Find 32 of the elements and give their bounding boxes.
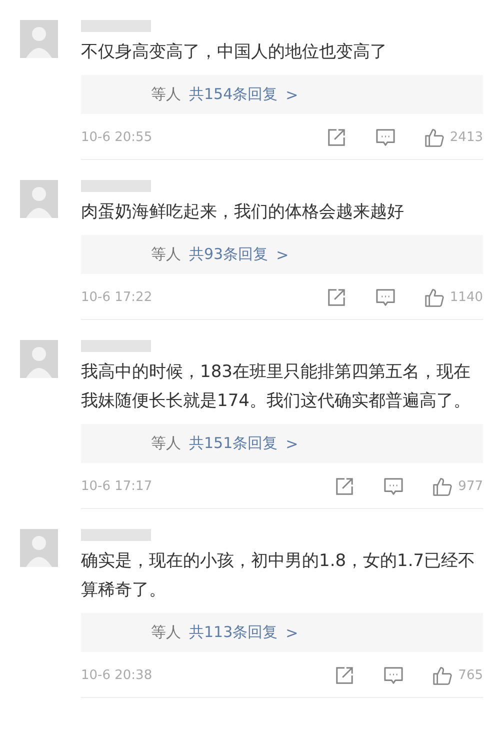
comment-text: 不仅身高变高了，中国人的地位也变高了 [81, 41, 388, 64]
thumbs-up-icon[interactable] [424, 288, 444, 307]
replies-link[interactable]: 等人 共113条回复 > [81, 613, 483, 652]
comment-text: 肉蛋奶海鲜吃起来，我们的体格会越来越好 [81, 201, 405, 224]
replies-link[interactable]: 等人 共151条回复 > [81, 424, 483, 463]
like-count: 1140 [450, 290, 483, 305]
like-count: 977 [458, 479, 483, 494]
comment-icon[interactable] [376, 288, 395, 307]
like-count: 2413 [450, 130, 483, 145]
thumbs-up-icon[interactable] [433, 477, 452, 496]
comment-time: 10-6 20:38 [81, 668, 152, 683]
share-icon[interactable] [335, 666, 354, 685]
comment-time: 10-6 20:55 [81, 130, 152, 145]
comment-text: 我高中的时候，183在班里只能排第四第五名，现在我妹随便长长就是174。我们这代确实都普遍高了。 [81, 361, 472, 413]
share-icon[interactable] [326, 128, 346, 147]
redacted-name [81, 529, 151, 541]
comment-time: 10-6 17:22 [81, 290, 152, 305]
comment-icon[interactable] [384, 477, 404, 496]
comment-time: 10-6 17:17 [81, 479, 152, 494]
redacted-name [81, 20, 151, 32]
redacted-name [81, 180, 151, 192]
thumbs-up-icon[interactable] [424, 128, 444, 147]
share-icon[interactable] [335, 477, 354, 496]
share-icon[interactable] [326, 288, 346, 307]
replies-link[interactable]: 等人 共154条回复 > [81, 75, 483, 114]
comment-icon[interactable] [384, 666, 404, 685]
like-count: 765 [458, 668, 483, 683]
replies-link[interactable]: 等人 共93条回复 > [81, 235, 483, 274]
thumbs-up-icon[interactable] [433, 666, 452, 685]
redacted-name [81, 340, 151, 352]
comment-icon[interactable] [376, 128, 395, 147]
comment-text: 确实是，现在的小孩，初中男的1.8，女的1.7已经不算稀奇了。 [81, 550, 476, 602]
